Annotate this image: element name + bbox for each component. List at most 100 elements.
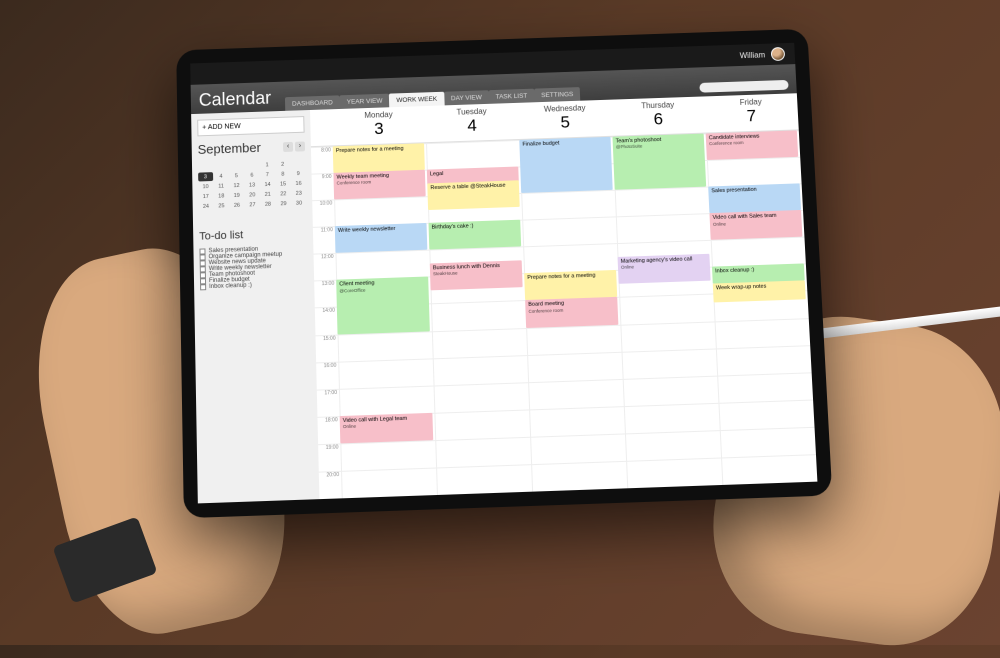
time-slot[interactable] <box>531 433 626 464</box>
time-slot[interactable] <box>433 328 527 358</box>
mini-day-cell[interactable]: 1 <box>260 160 275 169</box>
time-slot[interactable] <box>434 355 528 385</box>
time-slot[interactable] <box>528 351 623 381</box>
tab-task-list[interactable]: TASK LIST <box>488 89 534 104</box>
calendar-event[interactable]: Birthday's cake :) <box>429 220 521 250</box>
mini-day-cell[interactable]: 10 <box>198 182 213 191</box>
mini-day-cell[interactable]: 20 <box>245 190 260 199</box>
time-slot[interactable] <box>524 243 618 273</box>
calendar-event[interactable]: Video call with Legal teamOnline <box>340 413 433 444</box>
calendar-event[interactable]: Video call with Sales teamOnline <box>709 210 802 240</box>
prev-month-button[interactable]: ‹ <box>283 141 293 151</box>
next-month-button[interactable]: › <box>295 141 305 151</box>
mini-day-cell[interactable]: 13 <box>245 180 260 189</box>
time-slot[interactable] <box>339 331 433 361</box>
mini-day-cell[interactable]: 27 <box>245 200 260 209</box>
mini-day-cell[interactable]: 17 <box>198 192 213 201</box>
calendar-event[interactable]: Team's photoshoot@PhotoSuite <box>612 134 705 190</box>
calendar-event[interactable]: Business lunch with DennisSteakHouse <box>430 260 523 290</box>
mini-day-cell[interactable]: 15 <box>276 179 291 188</box>
calendar-event[interactable]: Weekly team meetingConference room <box>333 170 425 200</box>
tab-day-view[interactable]: DAY VIEW <box>444 90 489 105</box>
time-slot[interactable] <box>427 140 520 170</box>
time-slot[interactable] <box>341 440 436 471</box>
time-slot[interactable] <box>437 464 532 495</box>
calendar-event[interactable]: Prepare notes for a meeting <box>333 143 425 173</box>
time-slot[interactable] <box>721 427 816 458</box>
time-slot[interactable] <box>718 372 813 403</box>
calendar-event[interactable]: Finalize budget <box>519 137 612 193</box>
mini-day-cell[interactable]: 8 <box>275 169 290 178</box>
mini-calendar[interactable]: 1234567891011121314151617181920212223242… <box>198 159 307 221</box>
mini-day-cell[interactable]: 24 <box>199 202 214 211</box>
calendar-event[interactable]: Candidate interviewsConference room <box>706 130 798 160</box>
time-slot[interactable] <box>435 409 530 440</box>
mini-day-cell[interactable]: 2 <box>275 160 290 169</box>
mini-day-cell[interactable]: 4 <box>214 172 229 181</box>
time-slot[interactable] <box>627 457 722 488</box>
tab-year-view[interactable]: YEAR VIEW <box>340 94 390 109</box>
calendar-event[interactable]: Reserve a table @SteakHouse <box>427 180 519 210</box>
time-slot[interactable] <box>616 187 710 217</box>
mini-day-cell[interactable]: 26 <box>230 201 245 210</box>
time-slot[interactable] <box>621 321 715 351</box>
tab-dashboard[interactable]: DASHBOARD <box>285 95 340 111</box>
time-slot[interactable] <box>522 190 616 220</box>
time-slot[interactable] <box>335 196 428 226</box>
calendar-event[interactable]: Client meeting@CoreOffice <box>336 277 429 334</box>
calendar-event[interactable]: Board meetingConference room <box>525 297 618 327</box>
mini-day-cell[interactable]: 18 <box>214 191 229 200</box>
time-slot[interactable] <box>523 217 617 247</box>
time-slot[interactable] <box>717 345 812 375</box>
mini-day-cell[interactable]: 5 <box>229 171 244 180</box>
mini-day-cell[interactable]: 29 <box>276 199 291 208</box>
calendar-event[interactable]: Sales presentation <box>708 184 800 214</box>
time-slot[interactable] <box>622 348 717 378</box>
mini-day-cell[interactable]: 6 <box>245 171 260 180</box>
time-slot[interactable] <box>432 300 526 330</box>
checkbox-icon[interactable] <box>200 284 206 290</box>
tab-settings[interactable]: SETTINGS <box>534 87 581 102</box>
search-input[interactable] <box>699 80 788 93</box>
add-new-button[interactable]: + ADD NEW <box>197 116 304 136</box>
tab-work-week[interactable]: WORK WEEK <box>389 92 444 108</box>
mini-day-cell[interactable]: 9 <box>291 169 306 178</box>
time-slot[interactable] <box>722 454 817 485</box>
calendar-event[interactable]: Prepare notes for a meeting <box>524 270 617 300</box>
time-slot[interactable] <box>336 250 430 280</box>
day-column[interactable] <box>706 130 818 485</box>
time-slot[interactable] <box>436 437 531 468</box>
mini-day-cell[interactable]: 22 <box>276 189 291 198</box>
time-slot[interactable] <box>625 403 720 434</box>
time-slot[interactable] <box>626 430 721 461</box>
time-slot[interactable] <box>708 157 802 187</box>
time-slot[interactable] <box>716 318 811 348</box>
time-slot[interactable] <box>529 379 624 410</box>
time-slot[interactable] <box>712 237 806 267</box>
mini-day-cell[interactable]: 21 <box>260 190 275 199</box>
mini-day-cell[interactable]: 3 <box>198 172 213 181</box>
time-slot[interactable] <box>339 358 433 389</box>
mini-day-cell[interactable]: 11 <box>214 181 229 190</box>
mini-day-cell[interactable]: 16 <box>291 179 306 188</box>
mini-day-cell[interactable]: 25 <box>214 201 229 210</box>
calendar-event[interactable]: Week wrap-up notes <box>713 280 806 302</box>
user-avatar[interactable] <box>771 47 786 61</box>
mini-day-cell[interactable]: 19 <box>229 191 244 200</box>
time-slot[interactable] <box>719 399 814 430</box>
time-slot[interactable] <box>340 385 434 416</box>
mini-day-cell[interactable]: 14 <box>260 180 275 189</box>
time-slot[interactable] <box>532 461 627 492</box>
time-slot[interactable] <box>617 213 711 243</box>
calendar-event[interactable]: Write weekly newsletter <box>335 223 427 253</box>
calendar-event[interactable]: Marketing agency's video callOnline <box>618 254 711 284</box>
mini-day-cell[interactable]: 7 <box>260 170 275 179</box>
time-slot[interactable] <box>620 294 714 324</box>
time-slot[interactable] <box>435 382 530 413</box>
time-slot[interactable] <box>527 324 621 354</box>
mini-day-cell[interactable]: 30 <box>292 198 307 207</box>
time-slot[interactable] <box>624 375 719 406</box>
mini-day-cell[interactable]: 28 <box>261 200 276 209</box>
time-slot[interactable] <box>530 406 625 437</box>
time-slot[interactable] <box>342 467 437 498</box>
